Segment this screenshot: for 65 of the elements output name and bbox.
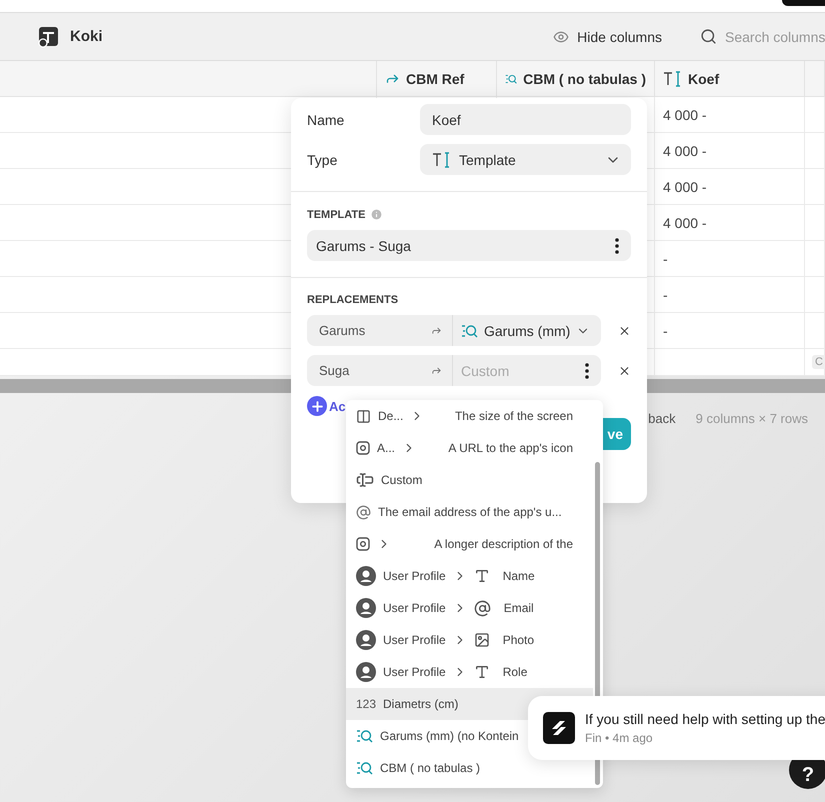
- user-avatar-icon: [356, 598, 376, 618]
- add-button[interactable]: Ac: [307, 396, 346, 416]
- chat-toast[interactable]: If you still need help with setting up the Fin • 4m ago: [528, 696, 825, 760]
- more-icon: [585, 362, 589, 378]
- lookup-icon: [356, 729, 373, 743]
- field-label: Type: [307, 152, 338, 168]
- table-cell: [805, 97, 825, 133]
- hide-columns-button[interactable]: Hide columns: [553, 28, 662, 44]
- eye-icon: [553, 28, 570, 44]
- table-summary: 9 columns × 7 rows: [696, 411, 808, 426]
- menu-item[interactable]: User Profile Email: [346, 592, 593, 624]
- user-avatar-icon: [356, 630, 376, 650]
- menu-item[interactable]: The email address of the app's u...: [346, 496, 593, 528]
- text-icon: [474, 568, 490, 584]
- user-avatar-icon: [356, 566, 376, 586]
- section-heading: REPLACEMENTS: [307, 294, 398, 306]
- table-cell: 4 000 -: [655, 169, 805, 205]
- lookup-icon: [461, 324, 478, 338]
- table-cell: -: [655, 277, 805, 313]
- toast-meta: Fin • 4m ago: [585, 731, 654, 745]
- table-cell: -: [655, 313, 805, 349]
- plus-icon: [307, 396, 327, 416]
- field-label: Name: [307, 112, 346, 128]
- number-icon: 123: [356, 697, 376, 711]
- section-heading: TEMPLATE: [307, 208, 366, 220]
- template-icon: [663, 70, 682, 86]
- menu-item[interactable]: User Profile Role: [346, 656, 593, 688]
- menu-item[interactable]: User Profile Name: [346, 560, 593, 592]
- back-link[interactable]: back: [648, 411, 676, 426]
- menu-item[interactable]: Custom: [346, 464, 593, 496]
- table-cell: 4 000 -: [655, 97, 805, 133]
- info-icon: [370, 208, 384, 221]
- type-select[interactable]: Template: [420, 144, 631, 175]
- window-control: [782, 0, 825, 6]
- menu-item[interactable]: A... A URL to the app's icon: [346, 432, 593, 464]
- replacement-field[interactable]: Suga Custom: [307, 355, 601, 386]
- search-field[interactable]: Search columns: [700, 28, 825, 45]
- name-field[interactable]: Koef: [420, 104, 631, 135]
- at-sign-icon: [356, 504, 371, 520]
- arrow-icon: [431, 365, 442, 376]
- page-title: Koki: [70, 28, 103, 45]
- menu-item[interactable]: User Profile Photo: [346, 624, 593, 656]
- text-icon: [474, 664, 490, 680]
- image-icon: [474, 632, 490, 648]
- table-icon: [38, 26, 60, 48]
- columns-icon: [356, 408, 371, 424]
- column-header[interactable]: Koef: [655, 61, 805, 97]
- arrow-icon: [431, 325, 442, 336]
- column-header[interactable]: CBM Ref: [377, 61, 497, 97]
- user-avatar-icon: [356, 662, 376, 682]
- menu-item[interactable]: A longer description of the: [346, 528, 593, 560]
- search-icon: [700, 28, 717, 45]
- template-field[interactable]: Garums - Suga: [307, 230, 631, 261]
- table-cell: 4 000 -: [655, 205, 805, 241]
- at-sign-icon: [474, 600, 491, 616]
- lookup-icon: [356, 761, 373, 775]
- chat-logo-icon: [543, 712, 575, 744]
- replacement-field[interactable]: Garums Garums (mm): [307, 315, 601, 346]
- text-cursor-icon: [356, 471, 374, 489]
- menu-item[interactable]: De... The size of the screen: [346, 400, 593, 432]
- table-cell: 4 000 -: [655, 133, 805, 169]
- table-cell: -: [655, 241, 805, 277]
- column-header[interactable]: CBM ( no tabulas ): [497, 61, 655, 97]
- more-icon: [615, 238, 619, 254]
- template-icon: [432, 152, 451, 168]
